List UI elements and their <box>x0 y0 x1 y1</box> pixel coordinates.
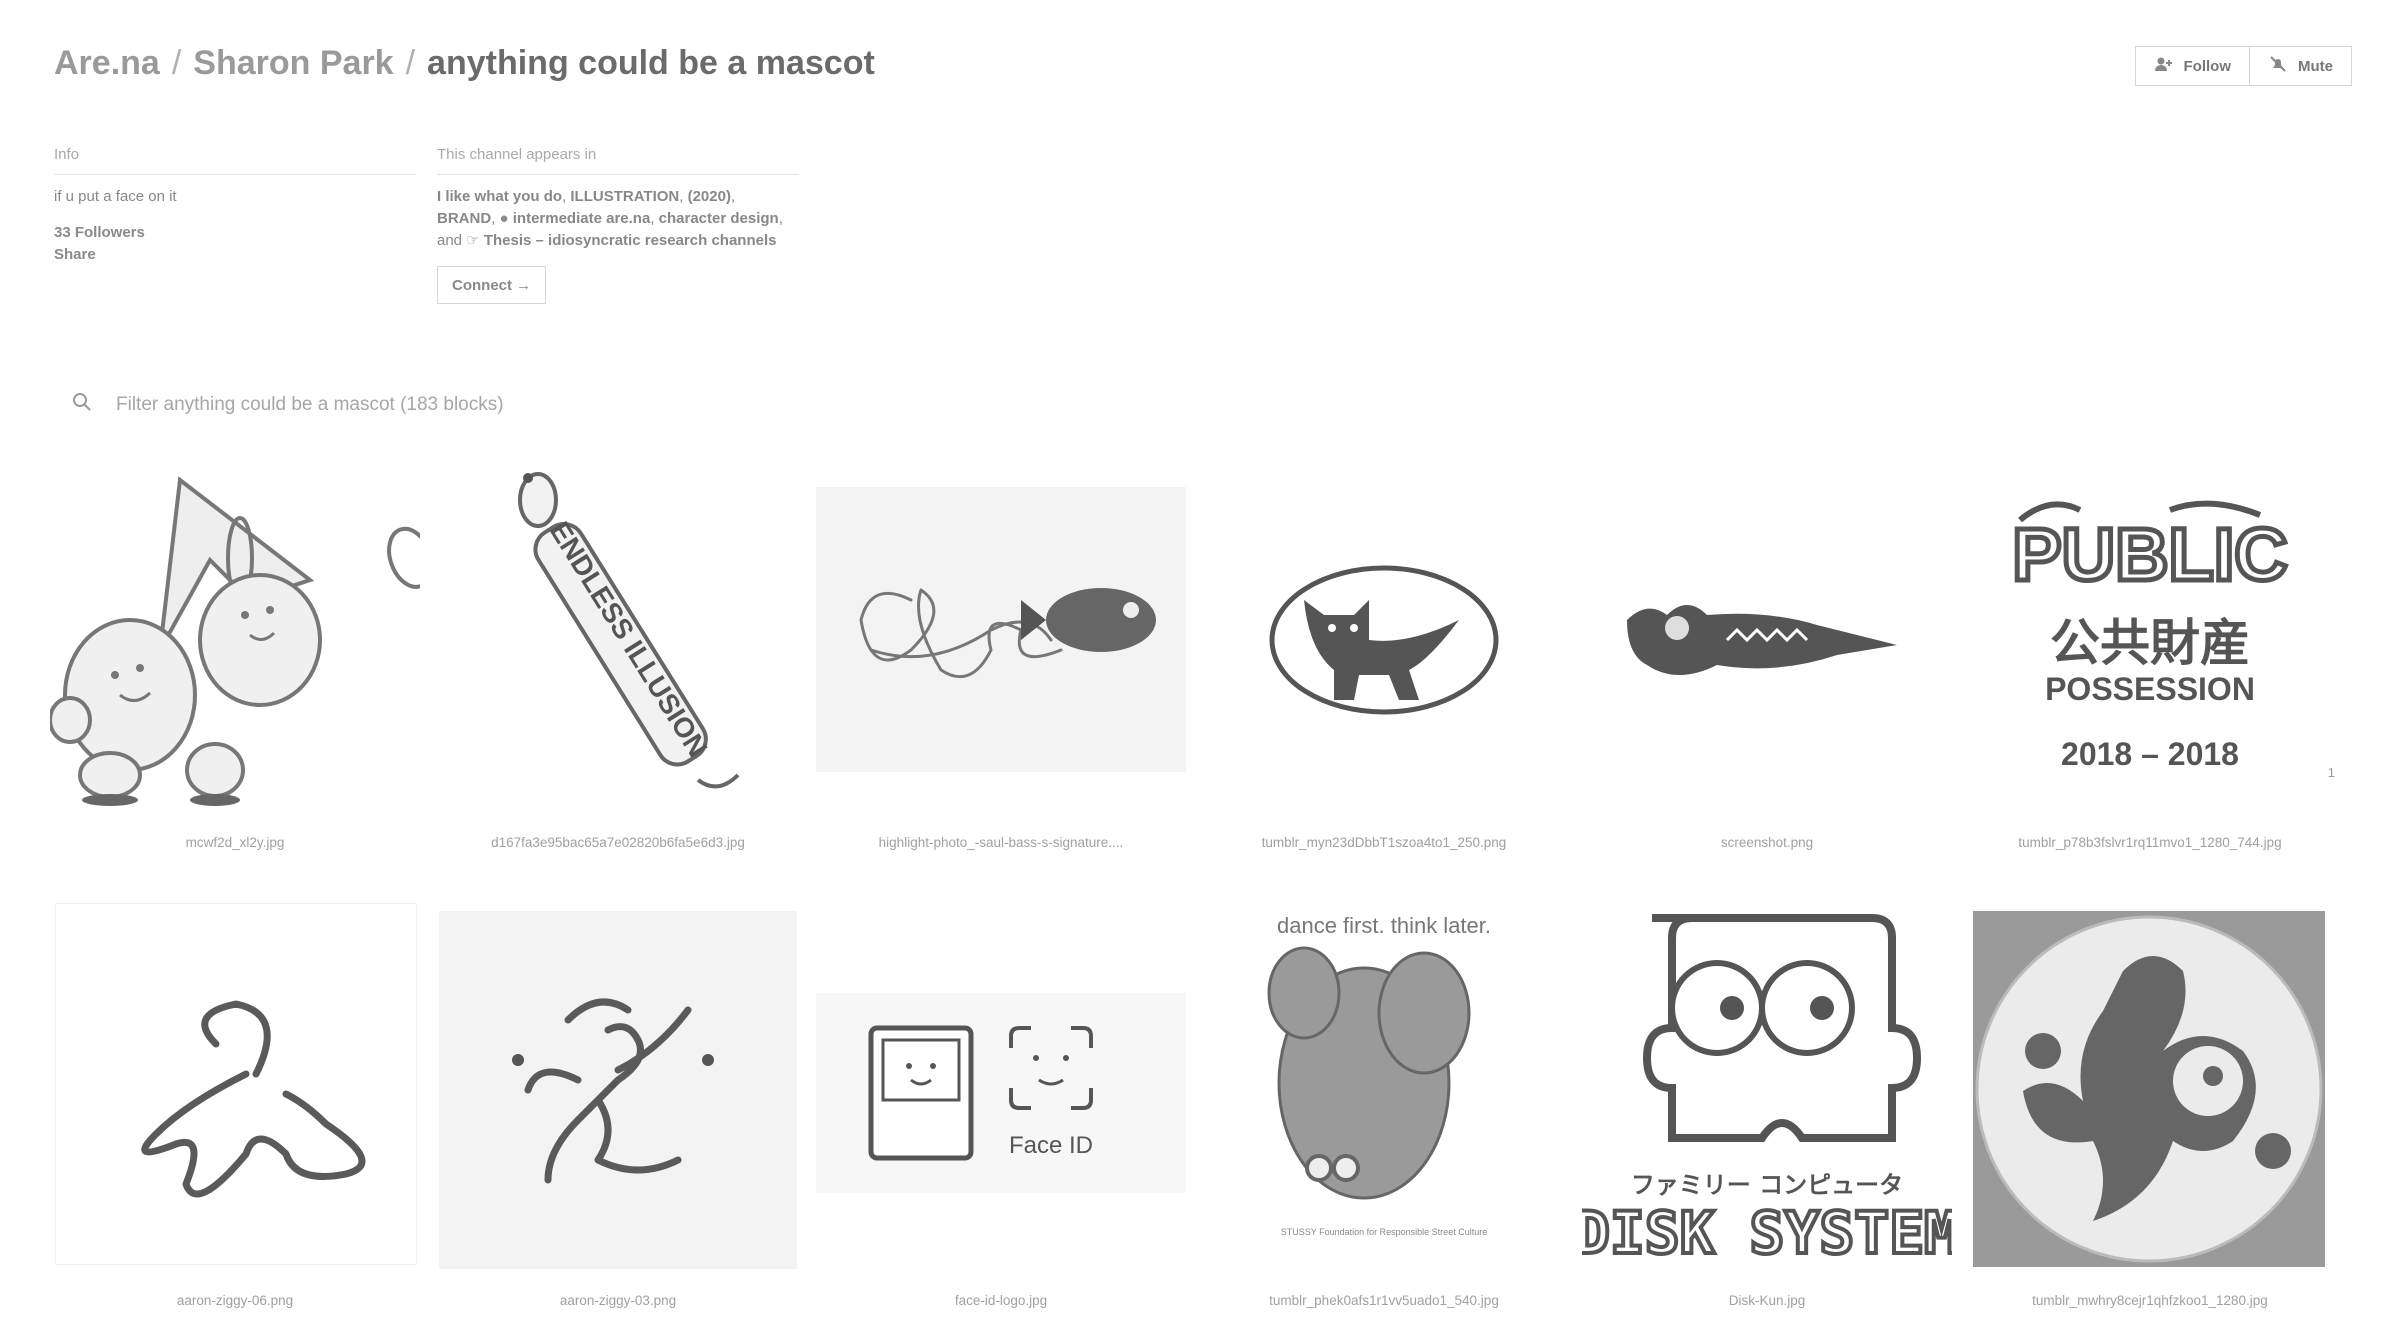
block-image[interactable] <box>55 903 417 1265</box>
block-caption: aaron-ziggy-06.png <box>176 1293 294 1308</box>
channel-link[interactable]: (2020) <box>688 188 731 205</box>
channel-link[interactable]: BRAND <box>437 210 491 227</box>
block-caption: Disk-Kun.jpg <box>1728 1293 1806 1308</box>
block-image[interactable] <box>439 911 797 1269</box>
possession-text: POSSESSION <box>2045 671 2255 707</box>
stussy-footer: STUSSY Foundation for Responsible Street… <box>1281 1227 1487 1237</box>
block-caption: mcwf2d_xl2y.jpg <box>185 835 285 850</box>
disk-kun-icon: ファミリー コンピュータ DISK SYSTEM <box>1582 914 1952 1268</box>
public-possession-icon: PUBLIC 公共財産 POSSESSION 2018 – 2018 <box>2010 500 2290 772</box>
block-caption: tumblr_myn23dDbbT1szoa4to1_250.png <box>1261 835 1507 850</box>
ziggy-figure-crouch-icon <box>141 1000 366 1198</box>
block-caption: tumblr_phek0afs1r1vv5uado1_540.jpg <box>1269 1293 1499 1308</box>
face-id-text: Face ID <box>1009 1132 1093 1159</box>
block-image[interactable] <box>816 487 1186 772</box>
channel-description: if u put a face on it <box>54 188 177 205</box>
followers-link[interactable]: 33 Followers <box>54 224 145 241</box>
endless-illusion-text: ENDLESS ILLUSION <box>544 516 714 762</box>
list-separator: , <box>491 210 500 227</box>
year-range-text: 2018 – 2018 <box>2061 736 2239 772</box>
filter-bar <box>72 392 718 417</box>
block-caption: aaron-ziggy-03.png <box>559 1293 677 1308</box>
crocodile-icon <box>1627 605 1897 675</box>
block-caption: face-id-logo.jpg <box>954 1293 1048 1308</box>
block-image[interactable]: ENDLESS ILLUSION <box>433 455 803 825</box>
block-caption: screenshot.png <box>1720 835 1814 850</box>
breadcrumb-user[interactable]: Sharon Park <box>193 44 393 82</box>
breadcrumb-separator: / <box>171 44 182 82</box>
elephant-tagline: dance first. think later. <box>1277 913 1491 938</box>
block-caption: highlight-photo_-saul-bass-s-signature..… <box>878 835 1124 850</box>
public-text: PUBLIC <box>2012 513 2287 596</box>
list-separator: , <box>778 210 783 227</box>
famicom-japanese-text: ファミリー コンピュータ <box>1631 1171 1903 1199</box>
bullet-icon: ● <box>499 210 509 227</box>
block-image[interactable] <box>50 455 420 825</box>
block-caption: tumblr_p78b3fslvr1rq11mvo1_1280_744.jpg <box>2018 835 2282 850</box>
mute-icon <box>2268 54 2288 78</box>
breadcrumb: Are.na / Sharon Park / anything could be a m… <box>54 44 875 83</box>
japanese-title: 公共財産 <box>2050 614 2250 672</box>
block-image[interactable] <box>1199 455 1569 825</box>
block-image[interactable]: dance first. think later. STUSSY Foundat… <box>1199 903 1569 1273</box>
breadcrumb-separator: / <box>405 44 416 82</box>
ziggy-figure-dance-icon <box>512 998 714 1184</box>
follow-icon <box>2154 54 2174 78</box>
follow-button[interactable]: Follow <box>2134 46 2250 86</box>
filter-input[interactable] <box>114 392 718 417</box>
block-image[interactable]: Face ID <box>816 993 1186 1193</box>
mute-button[interactable]: Mute <box>2250 46 2352 86</box>
mute-label: Mute <box>2298 57 2333 75</box>
channel-link[interactable]: Thesis – idiosyncratic research channels <box>484 232 777 249</box>
connect-button[interactable]: Connect → <box>437 266 547 304</box>
block-image[interactable] <box>1973 911 2325 1267</box>
pointing-hand-icon: ☞ <box>466 232 480 249</box>
info-heading: Info <box>54 146 80 163</box>
endless-illusion-dachshund-icon: ENDLESS ILLUSION <box>518 472 740 789</box>
share-link[interactable]: Share <box>54 246 96 263</box>
list-separator: , <box>650 210 659 227</box>
appears-in-list: I like what you do, ILLUSTRATION, (2020)… <box>437 186 797 252</box>
disk-system-text: DISK SYSTEM <box>1582 1199 1952 1267</box>
appears-in-heading: This channel appears in <box>437 146 597 163</box>
face-id-icon: Face ID <box>868 1025 1093 1161</box>
breadcrumb-site[interactable]: Are.na <box>54 44 160 82</box>
list-separator: , <box>679 188 688 205</box>
channel-link[interactable]: I like what you do <box>437 188 562 205</box>
block-image[interactable]: ファミリー コンピュータ DISK SYSTEM <box>1582 903 1952 1273</box>
signature-and-fish-icon <box>859 587 1156 678</box>
block-caption: d167fa3e95bac65a7e02820b6fa5e6d3.jpg <box>491 835 745 850</box>
block-count-badge: 1 <box>2327 765 2335 780</box>
appears-in-divider <box>437 174 799 175</box>
channel-link[interactable]: ILLUSTRATION <box>570 188 679 205</box>
and-word: and <box>437 232 463 249</box>
block-image[interactable] <box>1582 455 1952 825</box>
gecko-badge-icon <box>1975 915 2323 1263</box>
channel-link[interactable]: intermediate are.na <box>513 210 651 227</box>
block-caption: tumblr_mwhry8cejr1qhfzkoo1_1280.jpg <box>2032 1293 2268 1308</box>
follow-label: Follow <box>2183 57 2232 75</box>
list-separator: , <box>730 188 736 205</box>
elephant-icon: dance first. think later. STUSSY Foundat… <box>1267 913 1491 1237</box>
info-divider <box>54 174 416 175</box>
channel-actions: Follow Mute <box>2134 46 2352 86</box>
black-cat-oval-icon <box>1269 565 1499 715</box>
block-image[interactable]: PUBLIC 公共財産 POSSESSION 2018 – 2018 <box>1965 455 2335 825</box>
channel-link[interactable]: character design <box>659 210 779 227</box>
walking-blob-character-icon <box>50 476 420 806</box>
page-title: anything could be a mascot <box>427 44 875 82</box>
search-icon <box>72 392 92 417</box>
